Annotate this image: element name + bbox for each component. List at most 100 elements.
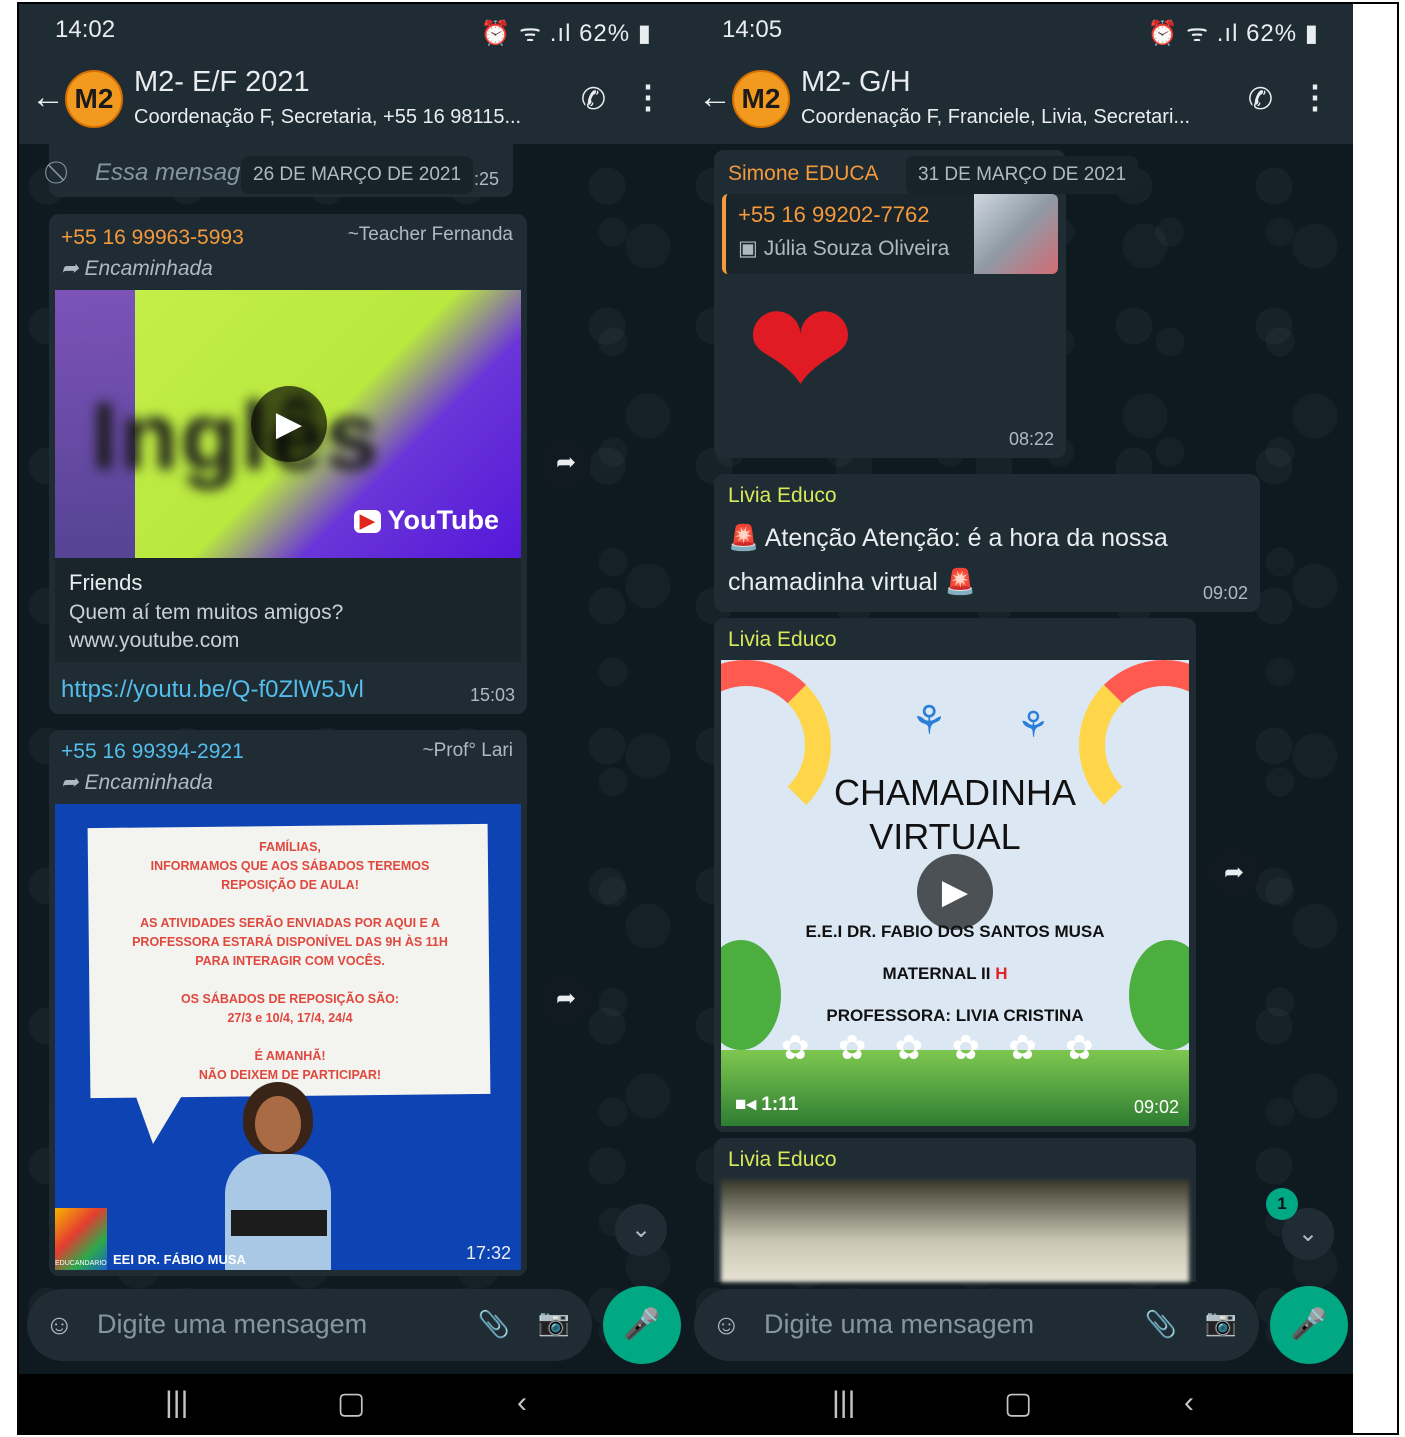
poster-line: AS ATIVIDADES SERÃO ENVIADAS POR AQUI E … bbox=[140, 916, 440, 930]
android-nav-bar: ||| ▢ ‹ bbox=[19, 1374, 686, 1435]
camera-icon[interactable]: 📷 bbox=[1205, 1307, 1237, 1338]
back-arrow-icon[interactable]: ← bbox=[698, 80, 732, 114]
forwarded-video-message[interactable]: +55 16 99963-5993 ~Teacher Fernanda ➦ En… bbox=[49, 214, 527, 714]
home-icon[interactable]: ▢ bbox=[1004, 1386, 1032, 1421]
video-thumbnail[interactable] bbox=[721, 1180, 1189, 1282]
chat-header: ← M2 M2- E/F 2021 Coordenação F, Secreta… bbox=[19, 54, 686, 144]
message-input[interactable]: Digite uma mensagem bbox=[764, 1309, 1034, 1340]
poster-line: NÃO DEIXEM DE PARTICIPAR! bbox=[198, 1068, 382, 1082]
quoted-text-row: ▣ Júlia Souza Oliveira bbox=[738, 236, 949, 261]
group-title[interactable]: M2- G/H bbox=[801, 66, 911, 99]
video-camera-icon: ■◂ bbox=[735, 1094, 762, 1115]
message-time: 08:22 bbox=[1008, 429, 1054, 449]
message-time: :25 bbox=[473, 169, 499, 189]
recent-apps-icon[interactable]: ||| bbox=[165, 1386, 188, 1420]
message-time: 17:32 bbox=[465, 1243, 511, 1263]
group-avatar[interactable]: M2 bbox=[65, 70, 123, 128]
more-options-icon[interactable]: ⋮ bbox=[1299, 78, 1331, 116]
play-icon[interactable]: ▶ bbox=[251, 386, 327, 462]
message-input[interactable]: Digite uma mensagem bbox=[97, 1309, 367, 1340]
bush-left bbox=[721, 940, 781, 1050]
status-icons: ⏰ ᯤ .ıl 62% ▮ bbox=[1147, 20, 1319, 47]
forwarded-text: Encaminhada bbox=[84, 257, 213, 280]
play-icon[interactable]: ▶ bbox=[917, 854, 993, 930]
quoted-message[interactable]: +55 16 99202-7762 ▣ Júlia Souza Oliveira bbox=[722, 194, 1058, 274]
poster-text: FAMÍLIAS, INFORMAMOS QUE AOS SÁBADOS TERE… bbox=[95, 838, 485, 1085]
status-icons: ⏰ ᯤ .ıl 62% ▮ bbox=[480, 20, 652, 47]
sender-name[interactable]: Livia Educo bbox=[728, 628, 837, 652]
message-text-a: Atenção Atenção: é a hora da nossa bbox=[764, 524, 1168, 552]
video-message[interactable]: Livia Educo ⚘ ⚘ CHAMADINHA VIRTUAL ▶ E.E… bbox=[714, 618, 1196, 1132]
sender-phone[interactable]: +55 16 99394-2921 bbox=[61, 740, 244, 764]
mic-button[interactable]: 🎤 bbox=[1270, 1286, 1348, 1364]
quoted-text: Júlia Souza Oliveira bbox=[763, 237, 950, 260]
poster-line bbox=[95, 971, 485, 990]
more-options-icon[interactable]: ⋮ bbox=[632, 78, 664, 116]
quoted-sender: +55 16 99202-7762 bbox=[738, 202, 930, 227]
forwarded-image-message[interactable]: +55 16 99394-2921 ~Prof° Lari ➦ Encaminh… bbox=[49, 730, 527, 1276]
video-duration: ■◂ 1:11 bbox=[735, 1093, 798, 1116]
video-thumbnail[interactable]: Inglês ▶ ▶ YouTube bbox=[55, 290, 521, 558]
attach-icon[interactable]: 📎 bbox=[478, 1309, 510, 1340]
add-call-icon[interactable]: ✆ bbox=[581, 82, 606, 117]
sender-alias: ~Teacher Fernanda bbox=[347, 224, 513, 245]
video-message-partial[interactable]: Livia Educo bbox=[714, 1138, 1196, 1282]
scroll-down-icon[interactable]: ⌄ bbox=[615, 1204, 667, 1256]
deleted-text: Essa mensag bbox=[95, 159, 241, 186]
video-thumbnail[interactable]: ⚘ ⚘ CHAMADINHA VIRTUAL ▶ E.E.I DR. FABIO… bbox=[721, 660, 1189, 1126]
forwarded-label: ➦ Encaminhada bbox=[61, 256, 213, 281]
message-text-b: chamadinha virtual bbox=[728, 568, 938, 596]
status-time: 14:05 bbox=[722, 16, 783, 43]
forward-share-icon[interactable]: ➦ bbox=[541, 974, 591, 1024]
poster-line: PROFESSORA ESTARÁ DISPONÍVEL DAS 9H ÀS 1… bbox=[132, 935, 448, 949]
recent-apps-icon[interactable]: ||| bbox=[832, 1386, 855, 1420]
poster-line: REPOSIÇÃO DE AULA! bbox=[221, 878, 359, 892]
forward-arrow-icon: ➦ bbox=[61, 257, 85, 280]
forwarded-label: ➦ Encaminhada bbox=[61, 770, 213, 795]
forward-share-icon[interactable]: ➦ bbox=[541, 438, 591, 488]
home-icon[interactable]: ▢ bbox=[337, 1386, 365, 1421]
sender-name[interactable]: Simone EDUCA bbox=[728, 162, 879, 186]
butterfly-icon: ⚘ bbox=[911, 699, 947, 743]
group-avatar[interactable]: M2 bbox=[732, 70, 790, 128]
sender-name[interactable]: Livia Educo bbox=[728, 484, 837, 508]
poster-line: FAMÍLIAS, bbox=[259, 840, 321, 854]
phone-left: 14:02 ⏰ ᯤ .ıl 62% ▮ ← M2 M2- E/F 2021 Co… bbox=[19, 4, 686, 1435]
forward-arrow-icon: ➦ bbox=[61, 771, 85, 794]
duration-text: 1:11 bbox=[761, 1094, 799, 1115]
message-input-bar: ☺ Digite uma mensagem 📎 📷 bbox=[694, 1289, 1259, 1361]
notice-image[interactable]: FAMÍLIAS, INFORMAMOS QUE AOS SÁBADOS TERE… bbox=[55, 804, 521, 1270]
mic-button[interactable]: 🎤 bbox=[603, 1286, 681, 1364]
link-preview[interactable]: Friends Quem aí tem muitos amigos? www.y… bbox=[55, 558, 521, 662]
photo-icon: ▣ bbox=[738, 237, 764, 260]
group-title[interactable]: M2- E/F 2021 bbox=[134, 66, 310, 99]
message-time: 09:02 bbox=[1133, 1097, 1179, 1117]
school-name: E.E.I DR. FABIO DOS SANTOS MUSA bbox=[805, 922, 1105, 941]
forwarded-text: Encaminhada bbox=[84, 771, 213, 794]
sender-name[interactable]: Livia Educo bbox=[728, 1148, 837, 1172]
back-nav-icon[interactable]: ‹ bbox=[517, 1386, 527, 1420]
android-nav-bar: ||| ▢ ‹ bbox=[686, 1374, 1353, 1435]
teacher-line: PROFESSORA: LIVIA CRISTINA bbox=[826, 1006, 1084, 1025]
group-members[interactable]: Coordenação F, Secretaria, +55 16 98115.… bbox=[134, 106, 544, 129]
text-message[interactable]: Livia Educo 🚨 Atenção Atenção: é a hora … bbox=[714, 474, 1260, 612]
youtube-link[interactable]: https://youtu.be/Q-f0ZlW5Jvl bbox=[61, 676, 364, 704]
emoji-icon[interactable]: ☺ bbox=[45, 1309, 74, 1341]
emoji-icon[interactable]: ☺ bbox=[712, 1309, 741, 1341]
heart-emoji: ❤ bbox=[746, 277, 855, 423]
youtube-play-icon: ▶ bbox=[353, 510, 381, 534]
group-members[interactable]: Coordenação F, Franciele, Livia, Secreta… bbox=[801, 106, 1211, 129]
status-time: 14:02 bbox=[55, 16, 116, 43]
back-arrow-icon[interactable]: ← bbox=[31, 80, 65, 114]
add-call-icon[interactable]: ✆ bbox=[1248, 82, 1273, 117]
preview-description: Quem aí tem muitos amigos? bbox=[69, 601, 344, 624]
sender-phone[interactable]: +55 16 99963-5993 bbox=[61, 226, 244, 250]
teacher-book bbox=[231, 1210, 327, 1236]
back-nav-icon[interactable]: ‹ bbox=[1184, 1386, 1194, 1420]
reply-message[interactable]: Simone EDUCA +55 16 99202-7762 ▣ Júlia S… bbox=[714, 150, 1066, 458]
speech-bubble-tail bbox=[135, 1094, 183, 1144]
mic-icon: 🎤 bbox=[623, 1308, 661, 1341]
forward-share-icon[interactable]: ➦ bbox=[1209, 848, 1259, 898]
attach-icon[interactable]: 📎 bbox=[1145, 1309, 1177, 1340]
camera-icon[interactable]: 📷 bbox=[538, 1307, 570, 1338]
